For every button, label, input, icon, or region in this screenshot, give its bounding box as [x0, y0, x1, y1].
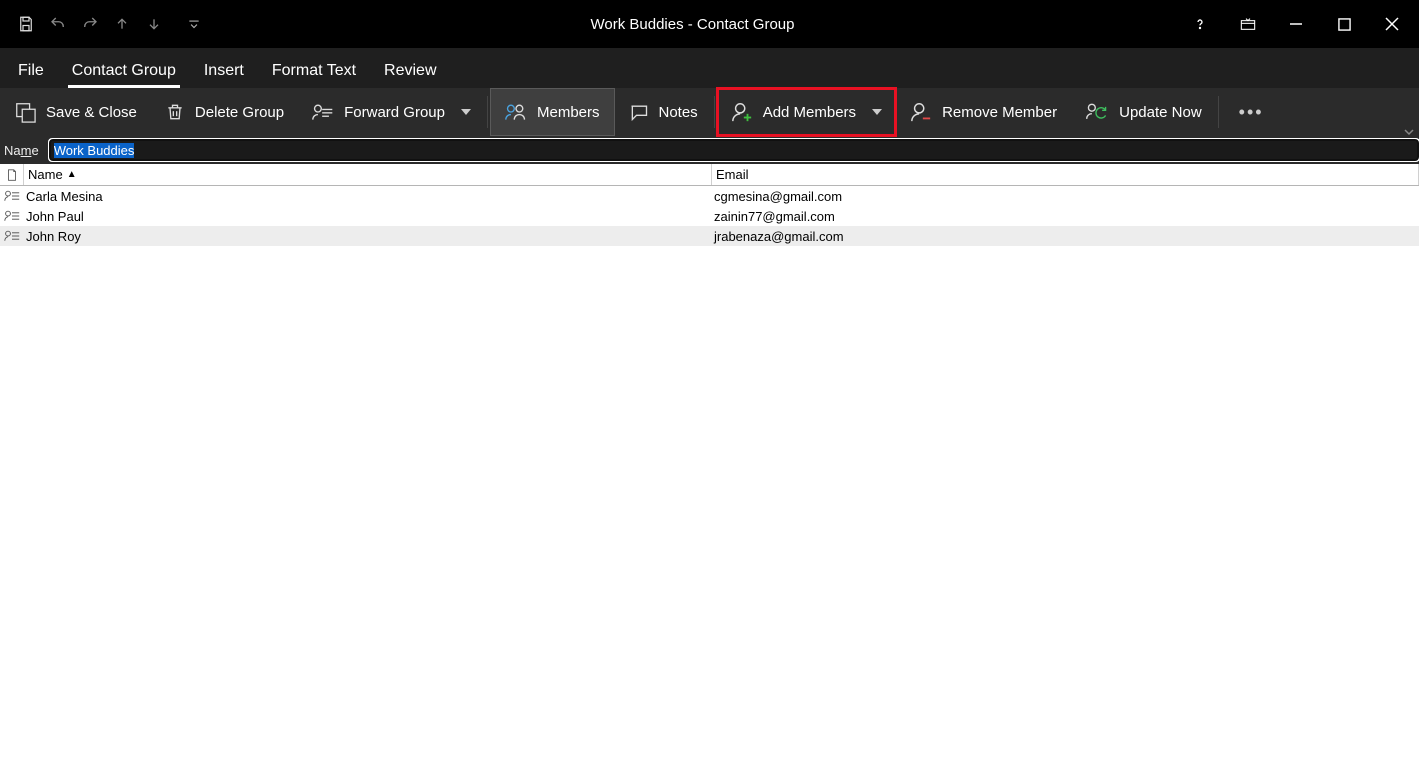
save-close-icon [14, 101, 36, 123]
ellipsis-icon: ••• [1239, 102, 1264, 123]
collapse-ribbon-icon[interactable] [1403, 126, 1415, 138]
window-controls [1177, 0, 1419, 48]
attachment-column-icon[interactable] [0, 164, 24, 185]
notes-label: Notes [659, 104, 698, 121]
redo-icon[interactable] [76, 10, 104, 38]
chevron-down-icon [461, 109, 471, 115]
ribbon: Save & Close Delete Group Forward Group … [0, 88, 1419, 136]
member-email: zainin77@gmail.com [712, 209, 1419, 224]
tab-insert[interactable]: Insert [200, 54, 248, 88]
quick-access-toolbar [0, 10, 208, 38]
forward-group-button[interactable]: Forward Group [298, 88, 485, 136]
customize-qat-icon[interactable] [180, 10, 208, 38]
update-now-button[interactable]: Update Now [1071, 88, 1216, 136]
delete-group-button[interactable]: Delete Group [151, 88, 298, 136]
member-name: Carla Mesina [24, 189, 712, 204]
notes-button[interactable]: Notes [615, 88, 712, 136]
ribbon-separator [1218, 96, 1219, 128]
forward-group-label: Forward Group [344, 104, 445, 121]
ribbon-separator [487, 96, 488, 128]
members-list-header: Name ▲ Email [0, 164, 1419, 186]
members-list: Carla Mesinacgmesina@gmail.comJohn Paulz… [0, 186, 1419, 246]
tab-file[interactable]: File [14, 54, 48, 88]
column-header-email[interactable]: Email [712, 164, 1419, 185]
close-button[interactable] [1369, 0, 1415, 48]
up-arrow-icon[interactable] [108, 10, 136, 38]
member-name: John Roy [24, 229, 712, 244]
table-row[interactable]: John Paulzainin77@gmail.com [0, 206, 1419, 226]
member-email: cgmesina@gmail.com [712, 189, 1419, 204]
table-row[interactable]: John Royjrabenaza@gmail.com [0, 226, 1419, 246]
trash-icon [165, 102, 185, 122]
maximize-button[interactable] [1321, 0, 1367, 48]
column-header-name[interactable]: Name ▲ [24, 164, 712, 185]
remove-member-button[interactable]: Remove Member [896, 88, 1071, 136]
save-and-close-button[interactable]: Save & Close [0, 88, 151, 136]
remove-member-icon [910, 101, 932, 123]
save-and-close-label: Save & Close [46, 104, 137, 121]
tab-contact-group[interactable]: Contact Group [68, 54, 180, 88]
undo-icon[interactable] [44, 10, 72, 38]
ribbon-separator [714, 96, 715, 128]
window-title: Work Buddies - Contact Group [208, 16, 1177, 33]
chevron-down-icon [872, 109, 882, 115]
table-row[interactable]: Carla Mesinacgmesina@gmail.com [0, 186, 1419, 206]
notes-icon [629, 103, 649, 121]
contact-icon [0, 189, 24, 203]
forward-icon [312, 102, 334, 122]
members-button[interactable]: Members [490, 88, 615, 136]
group-name-input[interactable] [49, 139, 1419, 161]
update-now-label: Update Now [1119, 104, 1202, 121]
add-members-icon [731, 101, 753, 123]
add-members-label: Add Members [763, 104, 856, 121]
member-email: jrabenaza@gmail.com [712, 229, 1419, 244]
remove-member-label: Remove Member [942, 104, 1057, 121]
name-field-bar: Name [0, 136, 1419, 164]
tab-review[interactable]: Review [380, 54, 440, 88]
contact-icon [0, 229, 24, 243]
name-field-label: Name [4, 143, 39, 158]
sort-ascending-icon: ▲ [67, 169, 77, 180]
delete-group-label: Delete Group [195, 104, 284, 121]
restore-window-icon[interactable] [1225, 0, 1271, 48]
title-bar: Work Buddies - Contact Group [0, 0, 1419, 48]
add-members-button[interactable]: Add Members [717, 88, 896, 136]
member-name: John Paul [24, 209, 712, 224]
down-arrow-icon[interactable] [140, 10, 168, 38]
save-icon[interactable] [12, 10, 40, 38]
members-icon [505, 102, 527, 122]
tab-format-text[interactable]: Format Text [268, 54, 360, 88]
ribbon-tabs: File Contact Group Insert Format Text Re… [0, 48, 1419, 88]
help-button[interactable] [1177, 0, 1223, 48]
more-commands-button[interactable]: ••• [1221, 88, 1282, 136]
members-label: Members [537, 104, 600, 121]
contact-icon [0, 209, 24, 223]
minimize-button[interactable] [1273, 0, 1319, 48]
update-icon [1085, 101, 1109, 123]
